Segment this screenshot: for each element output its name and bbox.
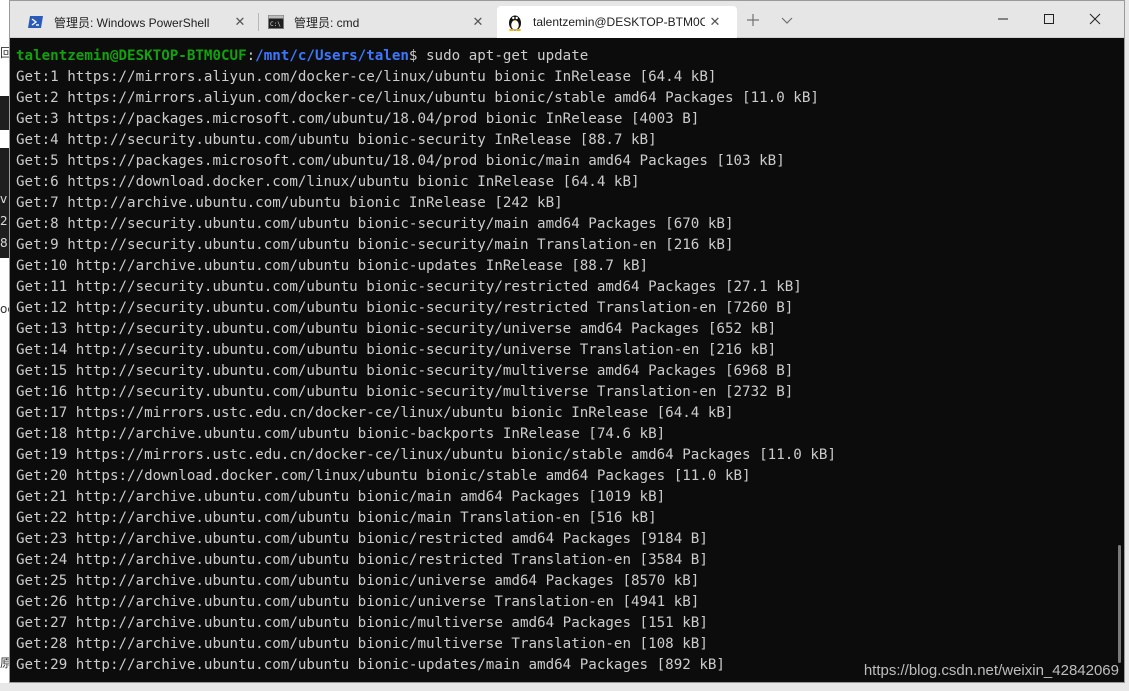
output-line: Get:7 http://archive.ubuntu.com/ubuntu b… [16, 195, 563, 211]
maximize-icon [1044, 14, 1054, 24]
output-line: Get:19 https://mirrors.ustc.edu.cn/docke… [16, 447, 836, 463]
background-dark-block [0, 96, 9, 130]
output-line: Get:25 http://archive.ubuntu.com/ubuntu … [16, 573, 700, 589]
background-text: v [0, 192, 8, 206]
background-text: 8 [0, 236, 8, 250]
output-line: Get:24 http://archive.ubuntu.com/ubuntu … [16, 552, 708, 568]
watermark: https://blog.csdn.net/weixin_42842069 [863, 662, 1119, 679]
output-line: Get:13 http://security.ubuntu.com/ubuntu… [16, 321, 777, 337]
prompt-line: talentzemin@DESKTOP-BTM0CUF:/mnt/c/Users… [10, 46, 1114, 67]
maximize-button[interactable] [1026, 1, 1072, 37]
output-line: Get:23 http://archive.ubuntu.com/ubuntu … [16, 531, 708, 547]
minimize-button[interactable] [980, 1, 1026, 37]
output-line: Get:4 http://security.ubuntu.com/ubuntu … [16, 132, 657, 148]
terminal-output[interactable]: talentzemin@DESKTOP-BTM0CUF:/mnt/c/Users… [10, 38, 1114, 682]
output-line: Get:5 https://packages.microsoft.com/ubu… [16, 153, 785, 169]
output-lines: Get:1 https://mirrors.aliyun.com/docker-… [10, 67, 1114, 676]
output-line: Get:10 http://archive.ubuntu.com/ubuntu … [16, 258, 649, 274]
minimize-icon [998, 18, 1008, 20]
tab-close-icon[interactable]: ✕ [705, 12, 725, 32]
powershell-icon [28, 14, 44, 30]
tab-dropdown-button[interactable] [776, 9, 798, 31]
output-line: Get:18 http://archive.ubuntu.com/ubuntu … [16, 426, 666, 442]
prompt-user-host: talentzemin@DESKTOP-BTM0CUF [16, 48, 247, 64]
svg-text:C:\: C:\ [270, 21, 281, 28]
terminal-scrollbar[interactable] [1114, 38, 1124, 682]
output-line: Get:22 http://archive.ubuntu.com/ubuntu … [16, 510, 657, 526]
tab-ubuntu[interactable]: talentzemin@DESKTOP-BTM0CUF: /mnt/c/User… [497, 6, 737, 38]
terminal-window: 管理员: Windows PowerShell ✕ C:\ 管理员: cmd ✕ [9, 0, 1125, 683]
plus-icon [747, 14, 759, 26]
tab-powershell[interactable]: 管理员: Windows PowerShell ✕ [18, 6, 258, 38]
output-line: Get:26 http://archive.ubuntu.com/ubuntu … [16, 594, 700, 610]
prompt-path: /mnt/c/Users/talen [255, 48, 409, 64]
output-line: Get:11 http://security.ubuntu.com/ubuntu… [16, 279, 802, 295]
tab-label: 管理员: cmd [294, 15, 360, 30]
linux-penguin-icon [507, 14, 523, 31]
tab-close-icon[interactable]: ✕ [230, 12, 250, 32]
cmd-icon: C:\ [268, 14, 284, 30]
output-line: Get:21 http://archive.ubuntu.com/ubuntu … [16, 489, 666, 505]
scrollbar-thumb[interactable] [1118, 545, 1121, 663]
background-text: 2 [0, 214, 8, 228]
tab-close-icon[interactable]: ✕ [468, 12, 488, 32]
tab-label: talentzemin@DESKTOP-BTM0CUF: /mnt/c/User… [533, 15, 705, 29]
output-line: Get:16 http://security.ubuntu.com/ubuntu… [16, 384, 794, 400]
output-line: Get:28 http://archive.ubuntu.com/ubuntu … [16, 636, 708, 652]
output-line: Get:6 https://download.docker.com/linux/… [16, 174, 640, 190]
output-line: Get:14 http://security.ubuntu.com/ubuntu… [16, 342, 777, 358]
output-line: Get:12 http://security.ubuntu.com/ubuntu… [16, 300, 794, 316]
output-line: Get:3 https://packages.microsoft.com/ubu… [16, 111, 700, 127]
new-tab-button[interactable] [742, 9, 764, 31]
background-right-edge [1125, 0, 1129, 691]
output-line: Get:8 http://security.ubuntu.com/ubuntu … [16, 216, 734, 232]
prompt-command: sudo apt-get update [417, 48, 589, 64]
prompt-colon: : [246, 48, 256, 64]
close-button[interactable] [1072, 1, 1118, 37]
title-bar[interactable]: 管理员: Windows PowerShell ✕ C:\ 管理员: cmd ✕ [10, 1, 1124, 38]
output-line: Get:27 http://archive.ubuntu.com/ubuntu … [16, 615, 708, 631]
close-icon [1089, 13, 1101, 25]
background-bottom-edge [0, 683, 1129, 691]
chevron-down-icon [781, 17, 793, 24]
output-line: Get:20 https://download.docker.com/linux… [16, 468, 751, 484]
tab-cmd[interactable]: C:\ 管理员: cmd ✕ [258, 6, 496, 38]
output-line: Get:9 http://security.ubuntu.com/ubuntu … [16, 237, 734, 253]
output-line: Get:2 https://mirrors.aliyun.com/docker-… [16, 90, 819, 106]
output-line: Get:1 https://mirrors.aliyun.com/docker-… [16, 69, 717, 85]
output-line: Get:17 https://mirrors.ustc.edu.cn/docke… [16, 405, 734, 421]
tab-label: 管理员: Windows PowerShell [54, 15, 210, 30]
output-line: Get:15 http://security.ubuntu.com/ubuntu… [16, 363, 794, 379]
